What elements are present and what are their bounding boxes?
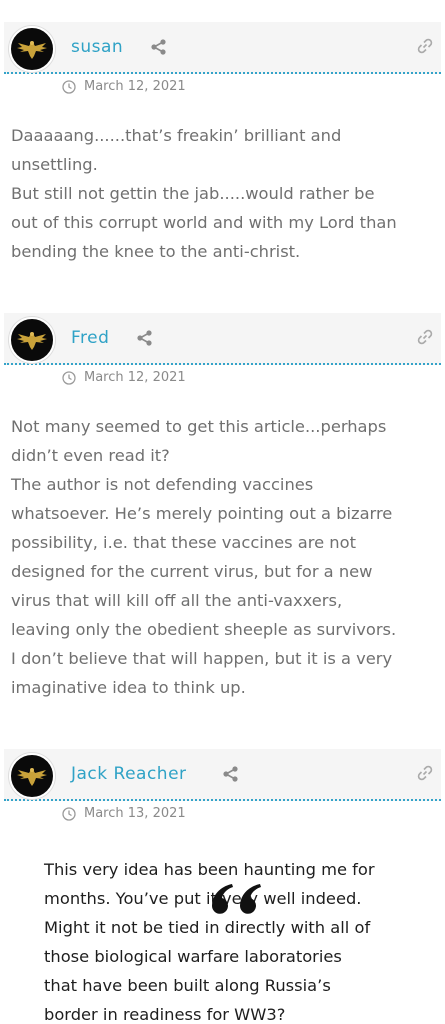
comment-line: leaving only the obedient sheeple as sur… [11,620,397,639]
date-label: March 13, 2021 [84,806,186,821]
comment-date[interactable]: March 13, 2021 [62,806,186,821]
comment-line: Not many seemed to get this article...pe… [11,417,387,436]
comment: Jack Reacher March 13, 2021 [0,749,445,821]
quote-line: that have been built along Russia’s [44,976,331,995]
comment-line: imaginative idea to think up. [11,678,246,697]
comment-author[interactable]: Jack Reacher [71,764,187,784]
link-icon[interactable] [417,38,433,54]
link-icon[interactable] [417,765,433,781]
clock-icon [62,370,76,385]
share-icon[interactable] [136,329,154,347]
avatar[interactable] [9,317,55,363]
comment-date[interactable]: March 12, 2021 [62,370,186,385]
share-icon[interactable] [222,765,240,783]
comment-line: whatsoever. He’s merely pointing out a b… [11,504,393,523]
comment-line: virus that will kill off all the anti-va… [11,591,343,610]
comment-line: designed for the current virus, but for … [11,562,373,581]
comment-line: didn’t even read it? [11,446,170,465]
comment-body: Daaaaang......that’s freakin’ brilliant … [11,121,443,266]
eagle-emblem-icon [17,332,47,350]
share-icon[interactable] [150,38,168,56]
comment-header: Jack Reacher [4,749,441,801]
date-label: March 12, 2021 [84,79,186,94]
comment-line: But still not gettin the jab.....would r… [11,184,375,203]
comment-line: I don’t believe that will happen, but it… [11,649,393,668]
comment-author[interactable]: susan [71,37,123,57]
comment-header: susan [4,22,441,74]
clock-icon [62,806,76,821]
comment-line: bending the knee to the anti-christ. [11,242,301,261]
comment-line: possibility, i.e. that these vaccines ar… [11,533,356,552]
date-label: March 12, 2021 [84,370,186,385]
avatar[interactable] [9,753,55,799]
link-icon[interactable] [417,329,433,345]
quote-line: those biological warfare laboratories [44,947,342,966]
comment: Fred March 12, 2021 Not many seemed to g… [0,313,445,697]
comment-line: out of this corrupt world and with my Lo… [11,213,397,232]
comment-author[interactable]: Fred [71,328,109,348]
comment-date[interactable]: March 12, 2021 [62,79,186,94]
comment-body: Not many seemed to get this article...pe… [11,412,443,702]
avatar[interactable] [9,26,55,72]
comment-line: Daaaaang......that’s freakin’ brilliant … [11,126,342,145]
comment: susan March 12, 2021 Daaaaang......that’… [0,22,445,261]
eagle-emblem-icon [17,41,47,59]
eagle-emblem-icon [17,768,47,786]
comment-line: The author is not defending vaccines [11,475,314,494]
comment-line: unsettling. [11,155,98,174]
comment-header: Fred [4,313,441,365]
quote-line: border in readiness for WW3? [44,1005,286,1024]
clock-icon [62,79,76,94]
quote-icon [212,884,261,914]
